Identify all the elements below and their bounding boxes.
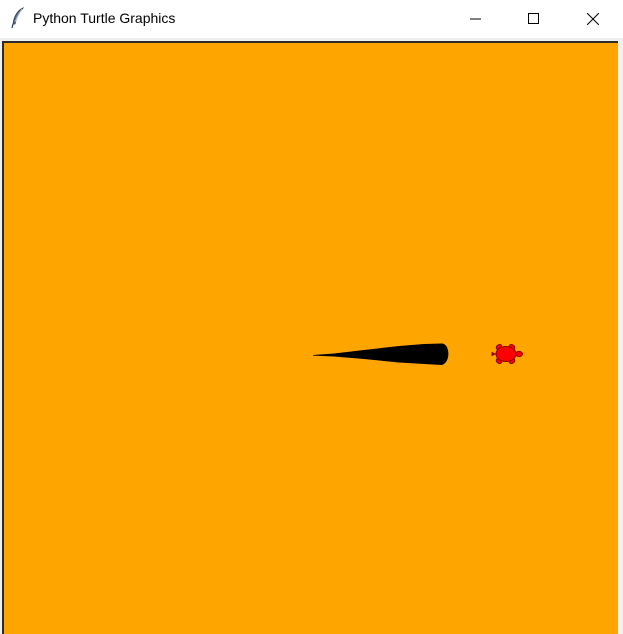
- turtle-icon: [491, 344, 523, 364]
- maximize-icon: [528, 13, 540, 25]
- window-client-area: [0, 38, 623, 634]
- turtle-window: Python Turtle Graphics: [0, 0, 623, 634]
- drawn-stroke: [313, 343, 449, 365]
- minimize-icon: [470, 13, 482, 25]
- canvas-right-border: [618, 41, 623, 634]
- maximize-button[interactable]: [505, 0, 563, 38]
- title-bar[interactable]: Python Turtle Graphics: [0, 0, 623, 38]
- window-title: Python Turtle Graphics: [33, 10, 176, 26]
- minimize-button[interactable]: [447, 0, 505, 38]
- feather-icon: [10, 7, 26, 29]
- close-icon: [587, 13, 599, 25]
- drawing-surface: [313, 343, 523, 365]
- close-button[interactable]: [564, 0, 622, 38]
- turtle-canvas[interactable]: [2, 41, 618, 634]
